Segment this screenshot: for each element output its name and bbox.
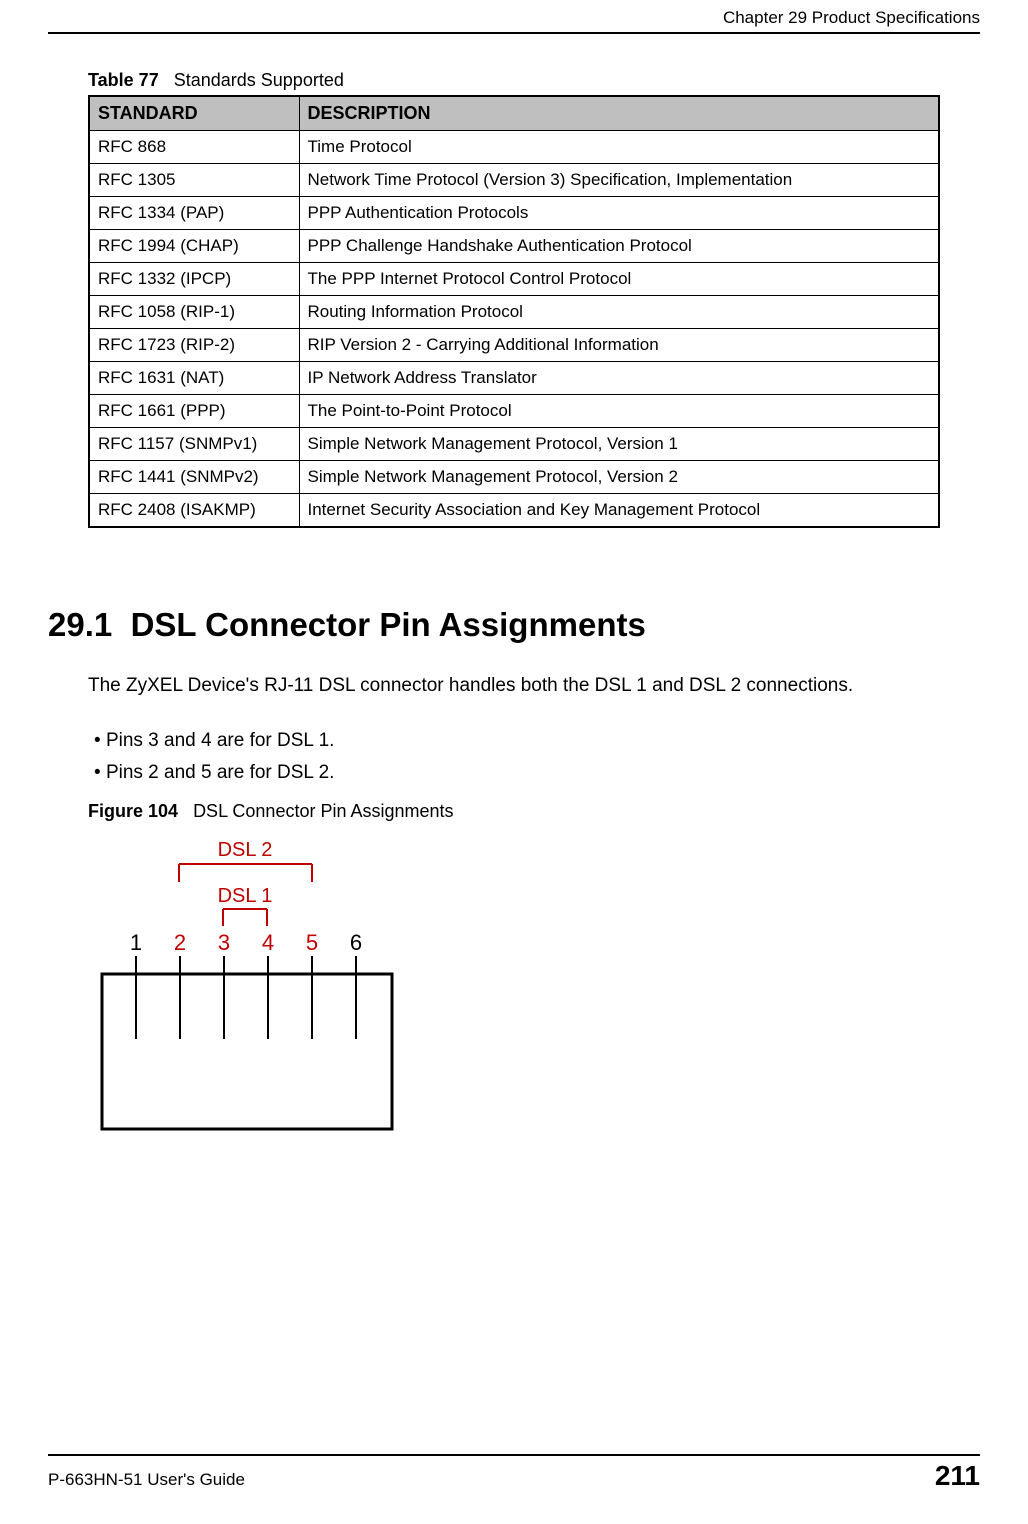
body-paragraph: The ZyXEL Device's RJ-11 DSL connector h… (88, 672, 940, 701)
table-row: RFC 1332 (IPCP)The PPP Internet Protocol… (89, 263, 939, 296)
cell-standard: RFC 1305 (89, 164, 299, 197)
table-title: Standards Supported (174, 70, 344, 90)
pin-num-6: 6 (350, 930, 362, 955)
footer-page: 211 (935, 1460, 980, 1492)
pin-num-3: 3 (218, 930, 230, 955)
footer-guide: P-663HN-51 User's Guide (48, 1470, 245, 1490)
cell-standard: RFC 1157 (SNMPv1) (89, 428, 299, 461)
cell-description: IP Network Address Translator (299, 362, 939, 395)
dsl1-label: DSL 1 (218, 885, 273, 907)
chapter-header: Chapter 29 Product Specifications (723, 8, 980, 28)
section-title: DSL Connector Pin Assignments (131, 606, 646, 643)
cell-description: Internet Security Association and Key Ma… (299, 494, 939, 528)
bullet-list: Pins 3 and 4 are for DSL 1. Pins 2 and 5… (94, 725, 940, 790)
bullet-item: Pins 3 and 4 are for DSL 1. (94, 725, 940, 757)
table-row: RFC 2408 (ISAKMP)Internet Security Assoc… (89, 494, 939, 528)
pin-num-1: 1 (130, 930, 142, 955)
table-row: RFC 1058 (RIP-1)Routing Information Prot… (89, 296, 939, 329)
table-row: RFC 1334 (PAP)PPP Authentication Protoco… (89, 197, 939, 230)
table-row: RFC 1994 (CHAP)PPP Challenge Handshake A… (89, 230, 939, 263)
cell-description: Network Time Protocol (Version 3) Specif… (299, 164, 939, 197)
figure-title: DSL Connector Pin Assignments (193, 801, 453, 821)
cell-standard: RFC 1723 (RIP-2) (89, 329, 299, 362)
footer: P-663HN-51 User's Guide 211 (48, 1454, 980, 1492)
cell-standard: RFC 1631 (NAT) (89, 362, 299, 395)
cell-standard: RFC 1994 (CHAP) (89, 230, 299, 263)
cell-standard: RFC 1661 (PPP) (89, 395, 299, 428)
cell-standard: RFC 1441 (SNMPv2) (89, 461, 299, 494)
cell-standard: RFC 1332 (IPCP) (89, 263, 299, 296)
table-row: RFC 1157 (SNMPv1)Simple Network Manageme… (89, 428, 939, 461)
section-heading: 29.1 DSL Connector Pin Assignments (48, 606, 940, 644)
page-frame: Chapter 29 Product Specifications Table … (48, 32, 980, 1492)
cell-description: The PPP Internet Protocol Control Protoc… (299, 263, 939, 296)
cell-description: PPP Authentication Protocols (299, 197, 939, 230)
cell-description: Simple Network Management Protocol, Vers… (299, 461, 939, 494)
figure-label: Figure 104 (88, 801, 178, 821)
connector-body (102, 974, 392, 1129)
cell-description: PPP Challenge Handshake Authentication P… (299, 230, 939, 263)
pin-num-4: 4 (262, 930, 274, 955)
th-standard: STANDARD (89, 96, 299, 131)
cell-standard: RFC 868 (89, 131, 299, 164)
figure-caption: Figure 104 DSL Connector Pin Assignments (88, 801, 940, 822)
table-row: RFC 1661 (PPP)The Point-to-Point Protoco… (89, 395, 939, 428)
table-label: Table 77 (88, 70, 159, 90)
connector-svg: DSL 2 DSL 1 1 2 3 4 5 6 (92, 834, 412, 1134)
th-description: DESCRIPTION (299, 96, 939, 131)
cell-standard: RFC 2408 (ISAKMP) (89, 494, 299, 528)
bullet-item: Pins 2 and 5 are for DSL 2. (94, 757, 940, 789)
cell-description: The Point-to-Point Protocol (299, 395, 939, 428)
pin-diagram: DSL 2 DSL 1 1 2 3 4 5 6 (92, 834, 940, 1139)
cell-standard: RFC 1058 (RIP-1) (89, 296, 299, 329)
section-number: 29.1 (48, 606, 112, 643)
pin-num-2: 2 (174, 930, 186, 955)
table-caption: Table 77 Standards Supported (88, 70, 940, 91)
cell-standard: RFC 1334 (PAP) (89, 197, 299, 230)
top-rule (48, 32, 980, 34)
content-area: Table 77 Standards Supported STANDARD DE… (88, 70, 940, 1139)
table-row: RFC 1631 (NAT)IP Network Address Transla… (89, 362, 939, 395)
table-row: RFC 1441 (SNMPv2)Simple Network Manageme… (89, 461, 939, 494)
table-row: RFC 1305Network Time Protocol (Version 3… (89, 164, 939, 197)
table-row: RFC 868Time Protocol (89, 131, 939, 164)
cell-description: Routing Information Protocol (299, 296, 939, 329)
cell-description: Simple Network Management Protocol, Vers… (299, 428, 939, 461)
cell-description: RIP Version 2 - Carrying Additional Info… (299, 329, 939, 362)
standards-table: STANDARD DESCRIPTION RFC 868Time Protoco… (88, 95, 940, 528)
pin-num-5: 5 (306, 930, 318, 955)
table-row: RFC 1723 (RIP-2)RIP Version 2 - Carrying… (89, 329, 939, 362)
dsl2-label: DSL 2 (218, 839, 273, 861)
cell-description: Time Protocol (299, 131, 939, 164)
